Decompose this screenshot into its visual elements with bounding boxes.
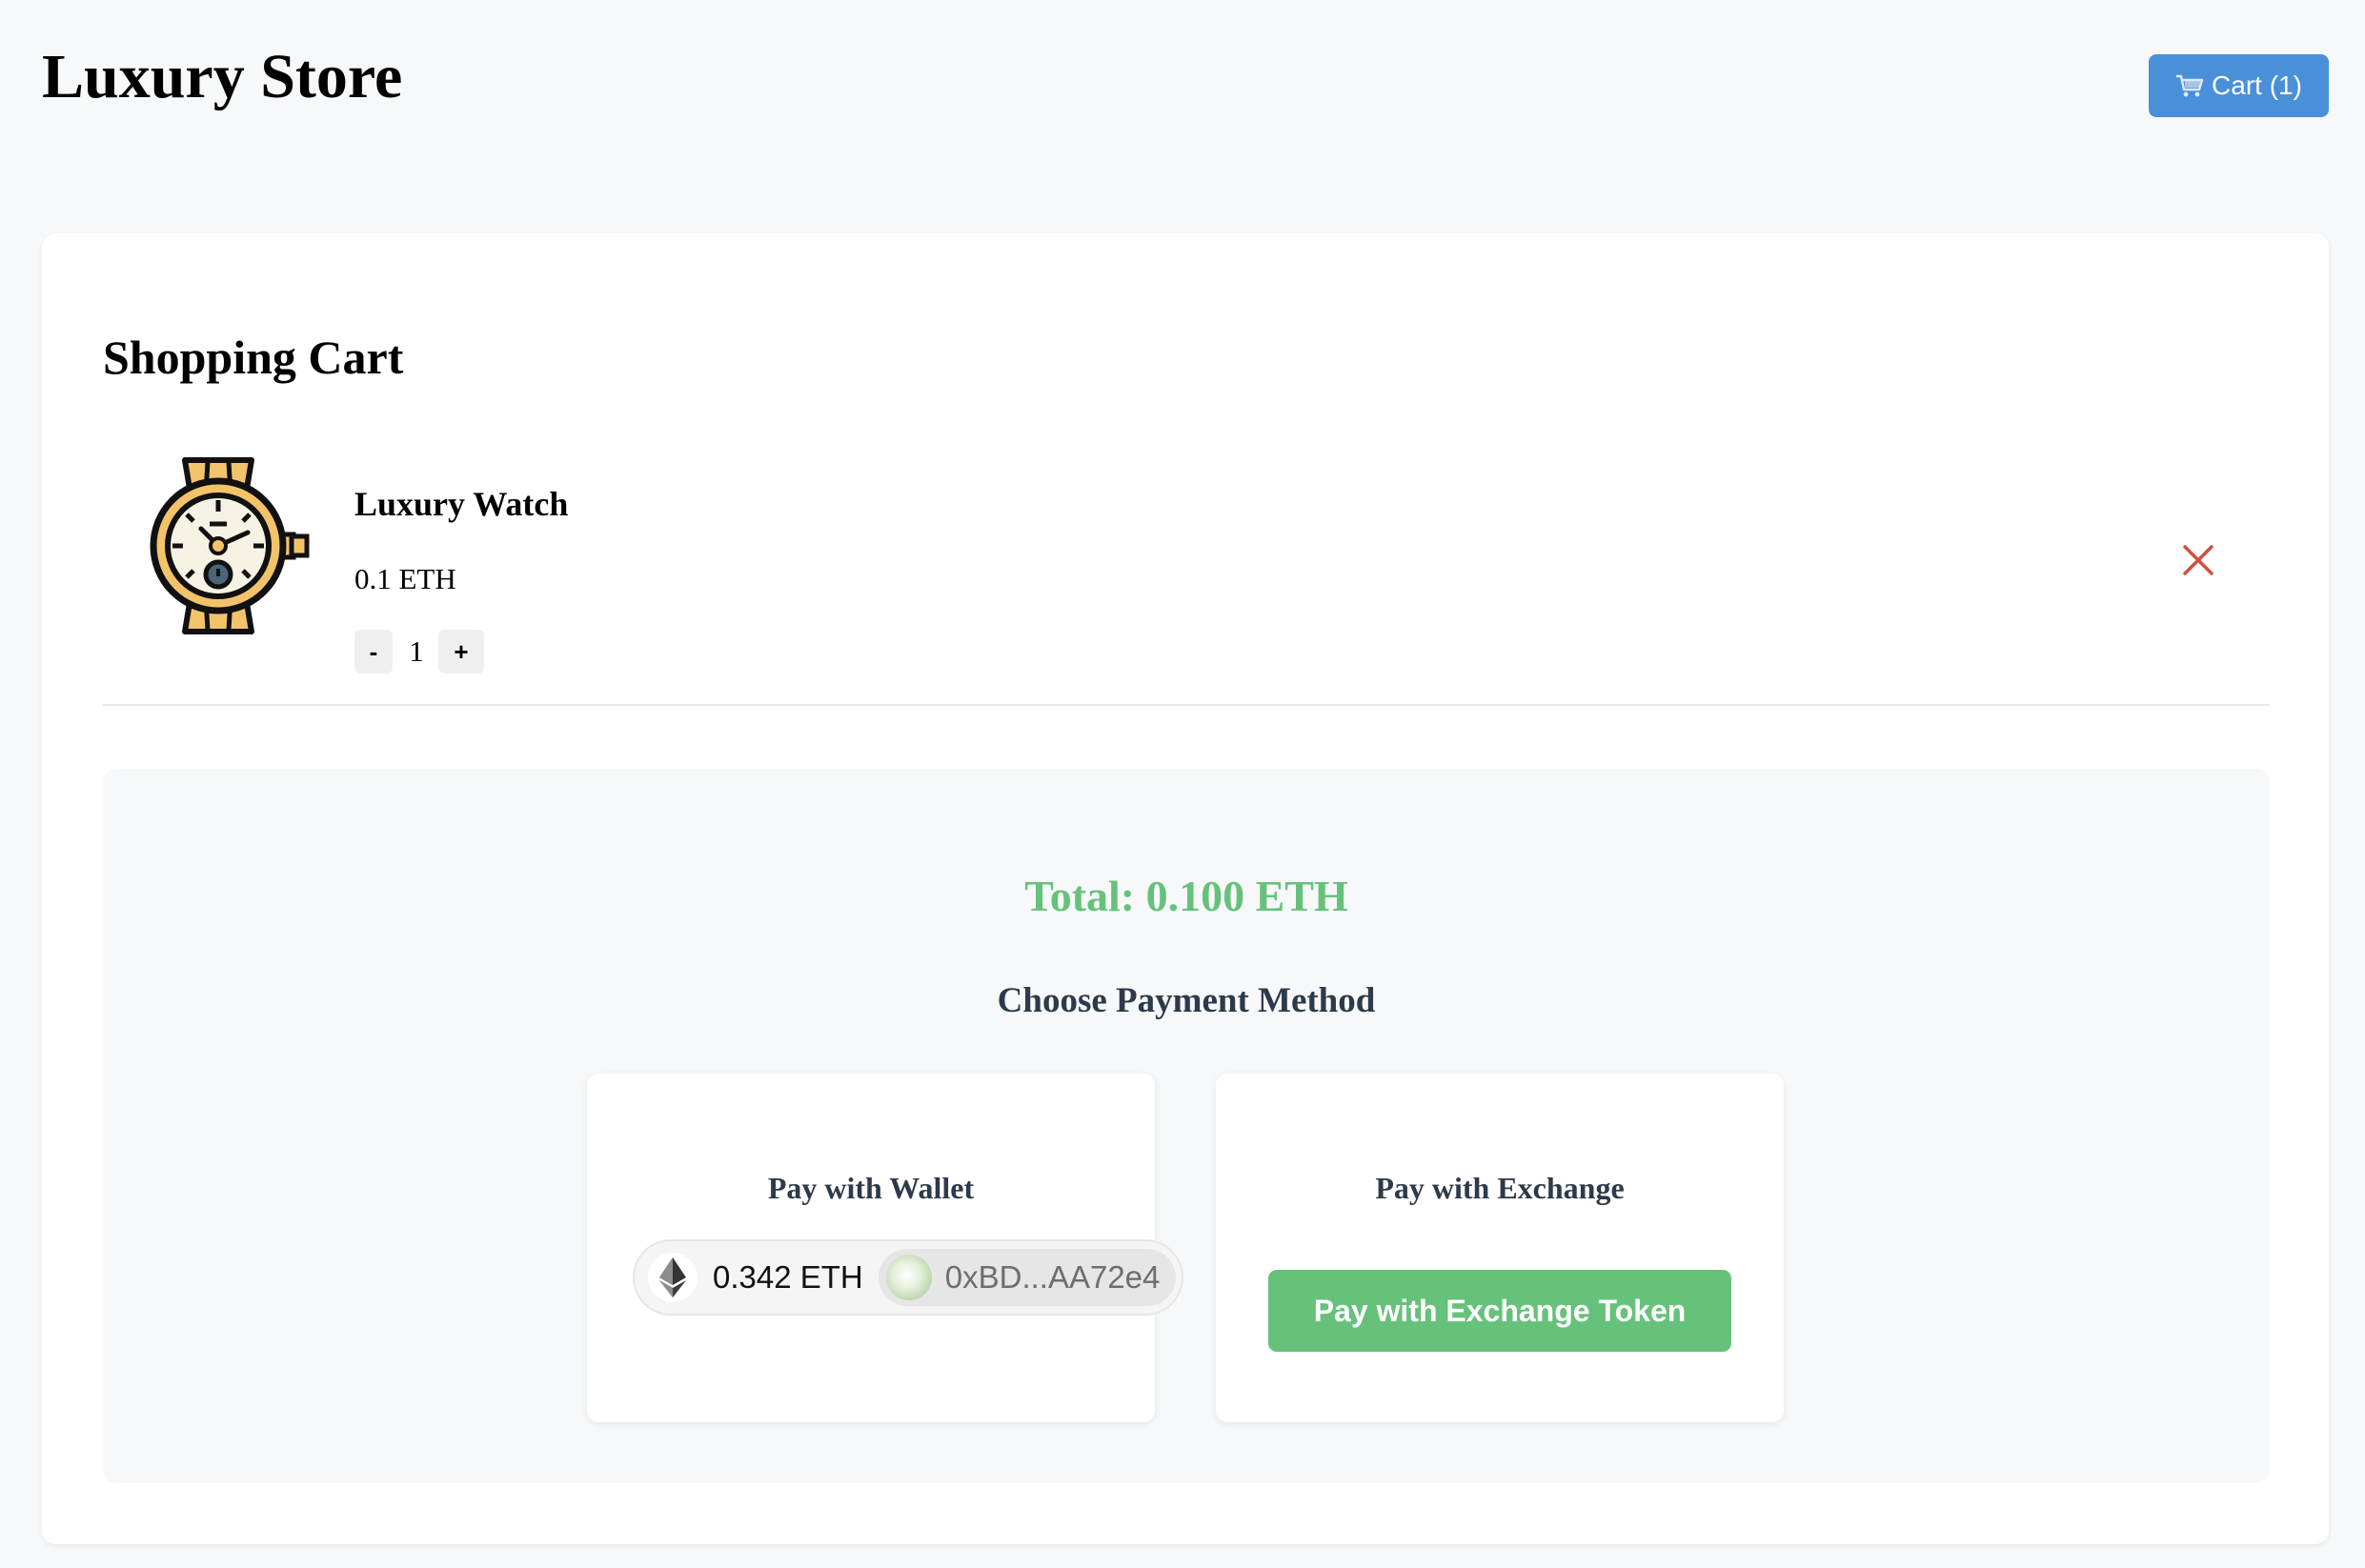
cart-item: Luxury Watch 0.1 ETH - 1 + xyxy=(103,424,2270,706)
store-title: Luxury Store xyxy=(42,42,403,111)
item-price: 0.1 ETH xyxy=(354,562,456,595)
avatar xyxy=(885,1255,932,1300)
quantity-value: 1 xyxy=(409,634,424,668)
item-name: Luxury Watch xyxy=(354,485,569,523)
wallet-connect-button[interactable]: 0.342 ETH 0xBD...AA72e4 xyxy=(633,1239,1183,1316)
exchange-payment-title: Pay with Exchange xyxy=(1375,1171,1625,1205)
payment-method-heading: Choose Payment Method xyxy=(997,981,1376,1020)
wallet-address: 0xBD...AA72e4 xyxy=(944,1259,1161,1295)
shopping-cart-heading: Shopping Cart xyxy=(103,331,404,384)
ethereum-icon xyxy=(648,1253,697,1302)
cart-button-label: Cart (1) xyxy=(2212,70,2302,100)
wallet-account-button[interactable]: 0xBD...AA72e4 xyxy=(878,1249,1176,1306)
increase-quantity-button[interactable]: + xyxy=(438,630,484,673)
order-total: Total: 0.100 ETH xyxy=(1024,872,1348,920)
wallet-balance: 0.342 ETH xyxy=(713,1259,863,1295)
pay-with-exchange-token-button[interactable]: Pay with Exchange Token xyxy=(1268,1270,1731,1352)
wallet-payment-card: Pay with Wallet 0.342 ETH 0xBD...AA72e4 xyxy=(587,1074,1183,1422)
wristwatch-icon xyxy=(150,457,310,634)
wallet-payment-title: Pay with Wallet xyxy=(767,1171,975,1205)
close-icon[interactable] xyxy=(2180,542,2216,578)
exchange-payment-card: Pay with Exchange Pay with Exchange Toke… xyxy=(1216,1074,1784,1422)
cart-button[interactable]: Cart (1) xyxy=(2149,54,2329,117)
decrease-quantity-button[interactable]: - xyxy=(354,630,393,673)
cart-panel: Shopping Cart Luxury Watch 0.1 ETH - 1 +… xyxy=(42,233,2329,1544)
checkout-section: Total: 0.100 ETH Choose Payment Method P… xyxy=(103,769,2270,1483)
shopping-cart-icon xyxy=(2176,74,2204,97)
